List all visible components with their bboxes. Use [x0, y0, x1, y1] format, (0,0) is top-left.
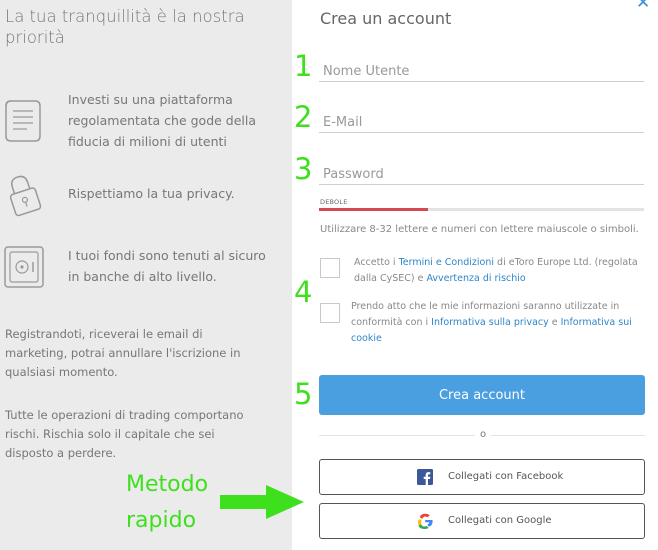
- password-input[interactable]: [323, 167, 638, 182]
- safe-icon: [4, 246, 44, 288]
- form-title: Crea un account: [320, 9, 452, 28]
- marketing-note: Registrandoti, riceverai le email di mar…: [5, 327, 241, 379]
- privacy-policy-link[interactable]: Informativa sulla privacy: [431, 317, 549, 328]
- facebook-label: Collegati con Facebook: [448, 471, 564, 482]
- google-label: Collegati con Google: [448, 515, 552, 526]
- step-number: 4: [294, 275, 313, 309]
- info-title: La tua tranquillità è la nostra priorità: [5, 7, 245, 47]
- username-input[interactable]: [323, 64, 638, 79]
- privacy-text: Prendo atto che le mie informazioni sara…: [351, 299, 636, 347]
- google-icon: [418, 513, 433, 529]
- close-icon[interactable]: ✕: [636, 0, 650, 13]
- email-field: [319, 101, 644, 133]
- terms-link[interactable]: Termini e Condizioni: [399, 257, 494, 268]
- risk-note: Tutte le operazioni di trading comportan…: [5, 408, 244, 460]
- step-number: 1: [294, 49, 313, 83]
- username-field: [319, 50, 644, 82]
- privacy-middle: e: [548, 317, 561, 328]
- feature-text: Rispettiamo la tua privacy.: [68, 186, 235, 201]
- terms-text: Accetto i Termini e Condizioni di eToro …: [354, 255, 639, 287]
- quick-method-text: Metodo rapido: [126, 472, 209, 533]
- step-number: 2: [294, 100, 313, 134]
- create-account-button[interactable]: Crea account: [319, 375, 645, 415]
- google-login-button[interactable]: Collegati con Google: [319, 503, 645, 539]
- risk-warning-link[interactable]: Avvertenza di rischio: [426, 273, 525, 284]
- password-field: [319, 153, 644, 185]
- facebook-login-button[interactable]: Collegati con Facebook: [319, 459, 645, 495]
- feature-text: I tuoi fondi sono tenuti al sicuro in ba…: [68, 248, 266, 284]
- password-strength-fill: [319, 208, 428, 211]
- privacy-checkbox[interactable]: [320, 303, 340, 323]
- feature-text: Investi su una piattaforma regolamentata…: [68, 92, 257, 149]
- document-icon: [5, 100, 41, 142]
- quick-method-label: Metodo rapido: [126, 467, 208, 539]
- password-strength-label: DEBOLE: [320, 198, 348, 206]
- padlock-icon: [9, 175, 42, 217]
- email-input[interactable]: [323, 115, 638, 130]
- step-number: 3: [294, 152, 313, 186]
- terms-checkbox[interactable]: [320, 258, 340, 278]
- facebook-icon: [417, 469, 433, 485]
- arrow-icon: [220, 485, 304, 519]
- password-strength-meter: [319, 208, 644, 211]
- divider-or: o: [475, 427, 491, 443]
- terms-prefix: Accetto i: [354, 257, 399, 268]
- step-number: 5: [294, 377, 313, 411]
- password-hint: Utilizzare 8-32 lettere e numeri con let…: [320, 224, 639, 235]
